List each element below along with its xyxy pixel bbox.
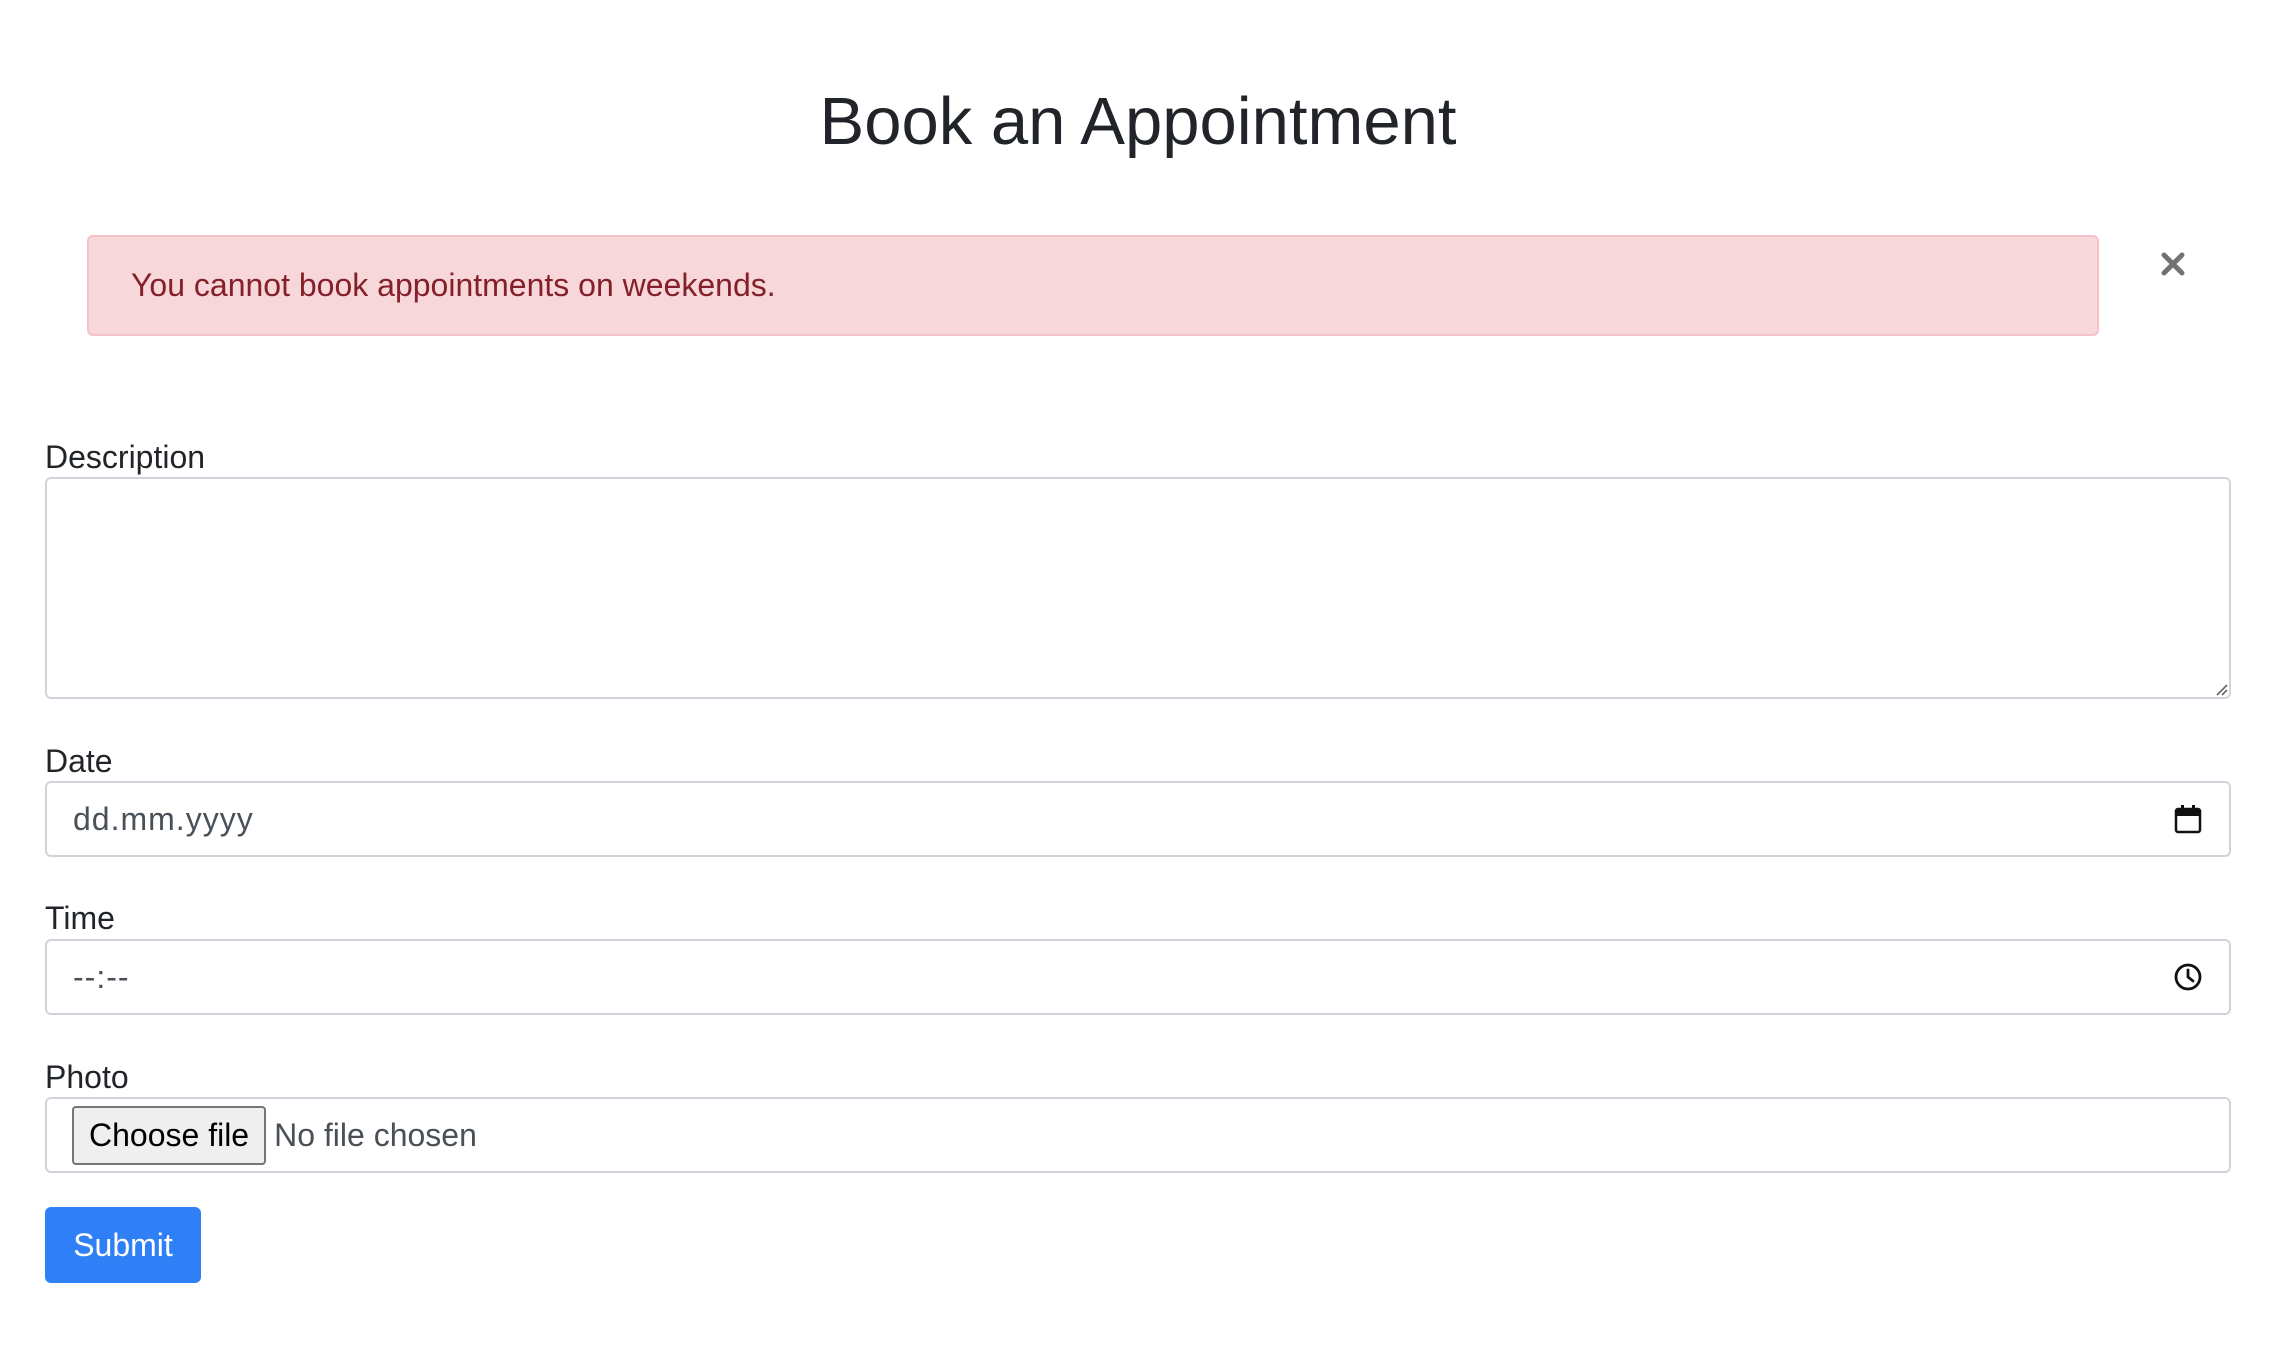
description-label: Description bbox=[45, 439, 206, 475]
date-input[interactable]: dd.mm.yyyy bbox=[45, 781, 2231, 857]
time-label: Time bbox=[45, 900, 115, 936]
page-title: Book an Appointment bbox=[819, 84, 1457, 159]
alert-close-button[interactable] bbox=[2145, 236, 2201, 292]
date-label: Date bbox=[45, 743, 113, 779]
time-input[interactable]: --:-- bbox=[45, 939, 2231, 1015]
clock-icon[interactable] bbox=[2171, 960, 2205, 994]
submit-button[interactable]: Submit bbox=[45, 1207, 201, 1283]
error-alert: You cannot book appointments on weekends… bbox=[87, 235, 2099, 336]
photo-label: Photo bbox=[45, 1059, 129, 1095]
time-placeholder: --:-- bbox=[73, 958, 130, 995]
file-status-text: No file chosen bbox=[274, 1116, 477, 1153]
photo-file-input[interactable]: Choose file No file chosen bbox=[45, 1097, 2231, 1173]
date-placeholder: dd.mm.yyyy bbox=[73, 800, 254, 837]
calendar-icon[interactable] bbox=[2171, 802, 2205, 836]
resize-handle-icon[interactable] bbox=[2212, 680, 2228, 696]
description-textarea[interactable] bbox=[45, 477, 2231, 699]
close-icon bbox=[2161, 252, 2185, 276]
alert-message: You cannot book appointments on weekends… bbox=[131, 267, 776, 303]
choose-file-button[interactable]: Choose file bbox=[72, 1105, 267, 1165]
